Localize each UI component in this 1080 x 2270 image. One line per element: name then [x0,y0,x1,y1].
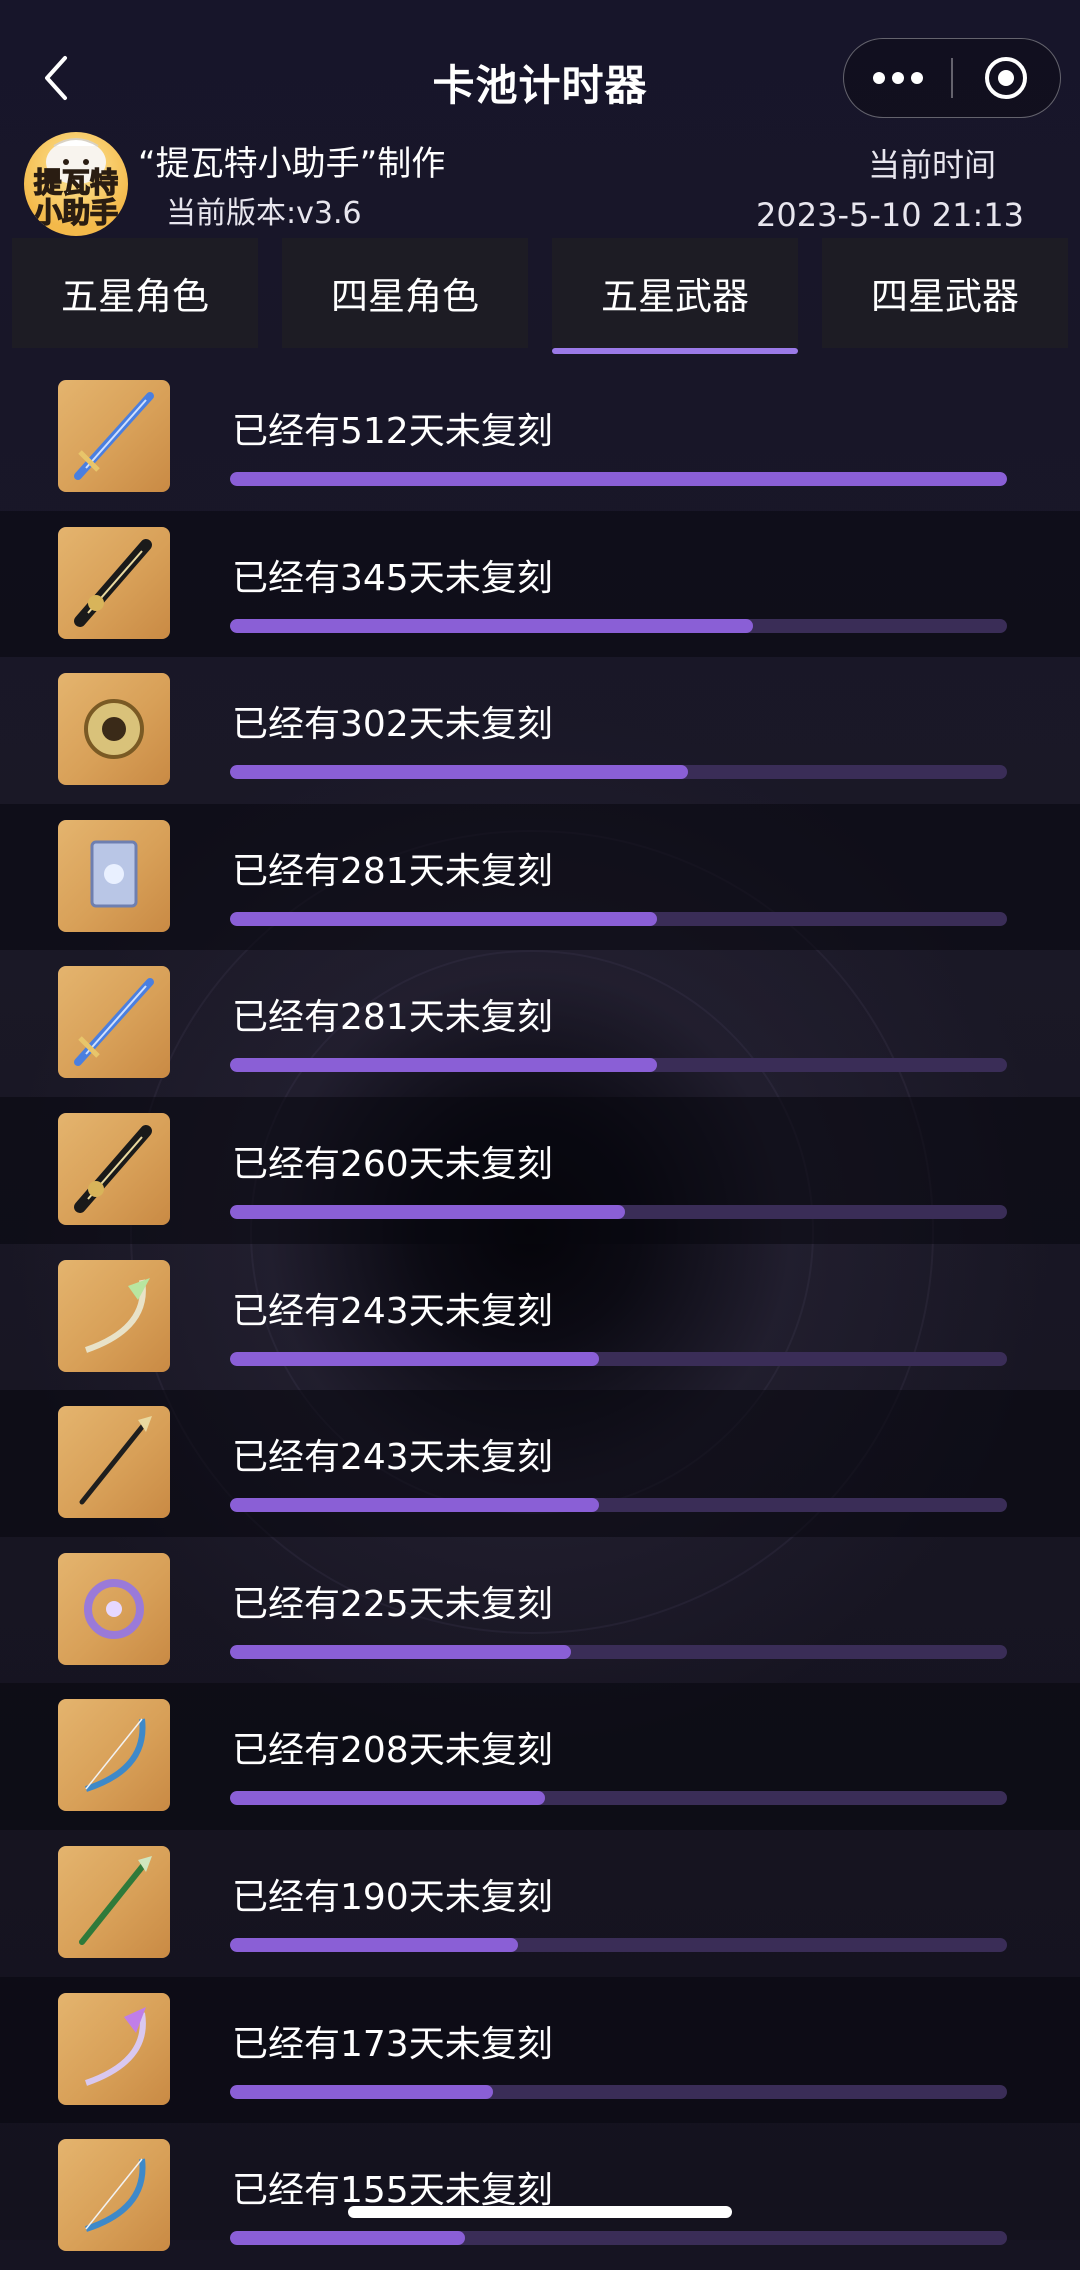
progress-bar-fill [230,1058,657,1073]
current-time-value: 2023-5-10 21:13 [756,196,1024,234]
progress-bar [230,2231,1007,2246]
progress-bar-fill [230,2231,466,2246]
progress-bar-fill [230,2084,493,2099]
app-logo: 提瓦特 小助手 [24,132,128,236]
days-since-rerun-text: 已经有345天未复刻 [232,557,553,599]
list-item[interactable]: 已经有345天未复刻 [0,510,1080,658]
days-since-rerun-text: 已经有260天未复刻 [232,1143,553,1185]
list-item[interactable]: 已经有260天未复刻 [0,1096,1080,1244]
progress-bar-fill [230,911,657,926]
progress-bar [230,2084,1007,2099]
more-dots-icon [872,72,923,84]
tab-four-star-character[interactable]: 四星角色 [282,238,528,348]
progress-bar [230,1351,1007,1366]
weapon-thumbnail [58,673,170,786]
list-item[interactable]: 已经有190天未复刻 [0,1830,1080,1977]
progress-bar-fill [230,765,689,780]
progress-bar [230,1644,1007,1659]
weapon-thumbnail [58,380,170,492]
list-item[interactable]: 已经有281天未复刻 [0,803,1080,951]
claymore-dark-icon [74,1124,152,1213]
weapon-thumbnail [58,1552,170,1665]
progress-bar-fill [230,472,1007,486]
polearm-black-icon [79,1416,152,1505]
days-since-rerun-text: 已经有243天未复刻 [232,1290,553,1332]
close-button[interactable] [953,38,1060,118]
catalyst-gold-icon [84,699,144,760]
list-item[interactable]: 已经有208天未复刻 [0,1683,1080,1830]
progress-bar-fill [230,618,753,633]
tab-five-star-weapon[interactable]: 五星武器 [552,238,798,354]
days-since-rerun-text: 已经有243天未复刻 [232,1437,553,1479]
progress-bar [230,911,1007,926]
progress-bar-fill [230,1791,546,1806]
bow-blue-icon [85,1718,146,1793]
weapon-thumbnail [58,819,170,932]
progress-bar [230,1058,1007,1073]
list-item[interactable]: 已经有302天未复刻 [0,657,1080,804]
progress-bar-fill [230,1644,572,1659]
bow-green-icon [85,1277,150,1353]
list-item[interactable]: 已经有281天未复刻 [0,950,1080,1097]
days-since-rerun-text: 已经有208天未复刻 [232,1730,553,1772]
progress-bar [230,472,1007,486]
progress-bar [230,1937,1007,1952]
claymore-black-gold-icon [74,538,152,627]
weapon-thumbnail [58,1112,170,1225]
tab-five-star-character[interactable]: 五星角色 [12,238,258,348]
weapon-thumbnail [58,1259,170,1372]
version-label: 当前版本:v3.6 [166,196,362,231]
nav-bar: 卡池计时器 [0,0,1080,156]
logo-text: 提瓦特 [33,166,119,199]
days-since-rerun-text: 已经有302天未复刻 [232,704,553,746]
list-item[interactable]: 已经有243天未复刻 [0,1244,1080,1391]
progress-bar [230,1791,1007,1806]
logo-text: 小助手 [33,196,119,229]
weapon-thumbnail [58,2139,170,2252]
polearm-green-icon [79,1855,152,1945]
category-tabs: 五星角色 四星角色 五星武器 四星武器 [12,238,1068,356]
list-item[interactable]: 已经有225天未复刻 [0,1537,1080,1684]
weapon-thumbnail [58,966,170,1079]
days-since-rerun-text: 已经有190天未复刻 [232,1876,553,1918]
days-since-rerun-text: 已经有512天未复刻 [232,411,553,452]
tab-four-star-weapon[interactable]: 四星武器 [822,238,1068,348]
catalyst-book-icon [90,840,138,908]
progress-bar [230,1204,1007,1219]
catalyst-purple-icon [84,1578,144,1639]
weapon-thumbnail [58,1406,170,1519]
more-button[interactable] [844,38,951,118]
list-item[interactable]: 已经有155天未复刻 [0,2123,1080,2270]
days-since-rerun-text: 已经有281天未复刻 [232,850,553,892]
bow-purple-icon [85,2006,146,2086]
progress-bar-fill [230,1498,600,1513]
progress-bar [230,618,1007,633]
days-since-rerun-text: 已经有281天未复刻 [232,997,553,1039]
days-since-rerun-text: 已经有225天未复刻 [232,1583,553,1625]
mini-program-capsule [843,38,1061,118]
progress-bar-fill [230,1204,625,1219]
list-item[interactable]: 已经有243天未复刻 [0,1390,1080,1537]
weapon-thumbnail [58,1992,170,2105]
maker-label: “提瓦特小助手”制作 [138,144,446,184]
weapon-thumbnail [58,1699,170,1812]
weapon-thumbnail [58,526,170,639]
progress-bar-fill [230,1937,519,1952]
sword-blue-icon [74,392,154,480]
progress-bar-fill [230,1351,600,1366]
list-item[interactable]: 已经有173天未复刻 [0,1976,1080,2124]
weapon-thumbnail [58,1845,170,1958]
current-time-label: 当前时间 [867,146,996,184]
home-indicator [348,2206,732,2218]
sword-light-blue-icon [74,978,154,1067]
list-item[interactable]: 已经有512天未复刻 [0,364,1080,511]
weapon-list: 已经有512天未复刻 已经有345天未复刻 已经有302天未复刻 已经有281天未复刻… [0,364,1080,2270]
target-close-icon [985,57,1028,99]
progress-bar [230,765,1007,780]
progress-bar [230,1498,1007,1513]
bow-light-icon [85,2158,146,2232]
days-since-rerun-text: 已经有173天未复刻 [232,2023,553,2065]
